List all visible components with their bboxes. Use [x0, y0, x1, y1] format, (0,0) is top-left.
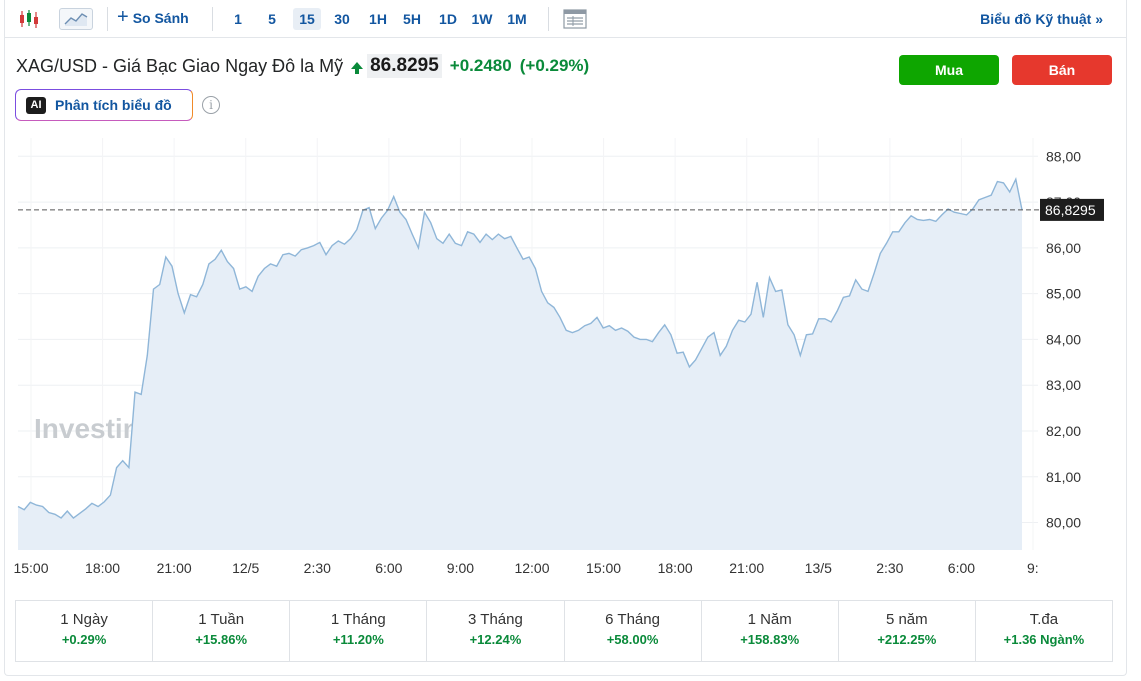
performance-cell: 1 Tháng +11.20% — [290, 601, 428, 661]
performance-cell: 1 Ngày +0.29% — [16, 601, 154, 661]
y-tick-label: 82,00 — [1046, 423, 1081, 439]
x-axis: 15:00 18:00 21:00 12/5 2:30 6:00 9:00 12:00 15:0… — [13, 560, 1038, 576]
performance-cell: 6 Tháng +58.00% — [565, 601, 702, 661]
y-tick-label: 83,00 — [1046, 377, 1081, 393]
interval-1d[interactable]: 1D — [434, 8, 462, 30]
interval-1[interactable]: 1 — [228, 8, 248, 30]
compare-button[interactable]: + So Sánh — [117, 6, 189, 28]
x-tick-label: 21:00 — [157, 560, 192, 576]
interval-1w[interactable]: 1W — [468, 8, 496, 30]
candlestick-icon[interactable] — [16, 8, 42, 30]
ai-analysis-label: Phân tích biểu đồ — [55, 97, 172, 113]
data-table-icon[interactable] — [560, 8, 590, 30]
interval-1h[interactable]: 1H — [364, 8, 392, 30]
arrow-up-icon — [351, 61, 364, 74]
price-change: +0.2480 — [449, 56, 512, 75]
toolbar-divider — [212, 7, 213, 31]
chart-toolbar: + So Sánh 1 5 15 30 1H 5H 1D 1W 1M Biểu … — [4, 0, 1127, 38]
performance-value: +11.20% — [332, 632, 384, 647]
x-tick-label: 2:30 — [304, 560, 331, 576]
performance-value: +1.36 Ngàn% — [1003, 632, 1085, 647]
price-change-percent: (+0.29%) — [519, 56, 590, 75]
performance-value: +0.29% — [61, 632, 107, 647]
last-price: 86.8295 — [367, 54, 442, 78]
y-tick-label: 84,00 — [1046, 331, 1081, 347]
ai-chart-analysis-button[interactable]: AI Phân tích biểu đồ — [15, 89, 193, 121]
sell-button[interactable]: Bán — [1012, 55, 1112, 85]
interval-1m[interactable]: 1M — [503, 8, 531, 30]
ai-icon: AI — [26, 96, 46, 114]
price-chart[interactable]: Investing.com 88,0087,0086,0085,0084,008… — [0, 130, 1141, 595]
performance-cell: T.đa +1.36 Ngàn% — [976, 601, 1112, 661]
x-tick-label: 12/5 — [232, 560, 259, 576]
y-tick-label: 88,00 — [1046, 148, 1081, 164]
interval-5[interactable]: 5 — [262, 8, 282, 30]
performance-table: 1 Ngày +0.29% 1 Tuần +15.86% 1 Tháng +11.20% 3… — [15, 600, 1113, 662]
x-tick-label: 12:00 — [514, 560, 549, 576]
performance-value: +158.83% — [740, 632, 800, 647]
performance-value: +58.00% — [606, 632, 659, 647]
performance-cell: 5 năm +212.25% — [839, 601, 976, 661]
plus-icon: + — [117, 6, 129, 28]
x-tick-label: 13/5 — [805, 560, 832, 576]
x-tick-label: 2:30 — [876, 560, 903, 576]
toolbar-divider — [107, 7, 108, 31]
instrument-title: XAG/USD - Giá Bạc Giao Ngay Đô la Mỹ — [16, 55, 344, 76]
y-tick-label: 81,00 — [1046, 469, 1081, 485]
performance-period: 1 Năm — [747, 611, 792, 628]
x-tick-label: 18:00 — [85, 560, 120, 576]
interval-15[interactable]: 15 — [293, 8, 321, 30]
performance-cell: 1 Tuần +15.86% — [153, 601, 291, 661]
compare-label: So Sánh — [132, 10, 189, 26]
buy-button[interactable]: Mua — [899, 55, 999, 85]
x-tick-label: 21:00 — [729, 560, 764, 576]
performance-period: 3 Tháng — [468, 611, 523, 628]
performance-cell: 1 Năm +158.83% — [702, 601, 839, 661]
performance-period: 1 Tuần — [198, 611, 245, 628]
current-price-tag: 86,8295 — [1040, 198, 1104, 221]
price-area — [18, 179, 1022, 550]
y-tick-label: 80,00 — [1046, 515, 1081, 531]
performance-value: +212.25% — [877, 632, 937, 647]
x-tick-label: 9: — [1027, 560, 1039, 576]
x-tick-label: 6:00 — [948, 560, 975, 576]
y-tick-label: 85,00 — [1046, 286, 1081, 302]
y-tick-label: 86,00 — [1046, 240, 1081, 256]
instrument-header: XAG/USD - Giá Bạc Giao Ngay Đô la Mỹ 86.… — [16, 54, 589, 78]
performance-value: +15.86% — [195, 632, 248, 647]
x-tick-label: 18:00 — [658, 560, 693, 576]
toolbar-divider — [548, 7, 549, 31]
performance-period: T.đa — [1029, 611, 1059, 628]
info-icon[interactable]: i — [202, 96, 220, 114]
performance-period: 1 Tháng — [330, 611, 386, 628]
technical-chart-link[interactable]: Biểu đồ Kỹ thuật » — [980, 11, 1103, 27]
x-tick-label: 9:00 — [447, 560, 474, 576]
interval-30[interactable]: 30 — [328, 8, 356, 30]
x-tick-label: 6:00 — [375, 560, 402, 576]
x-tick-label: 15:00 — [13, 560, 48, 576]
performance-period: 6 Tháng — [605, 611, 660, 628]
area-chart-icon[interactable] — [59, 8, 93, 30]
performance-period: 1 Ngày — [60, 611, 108, 628]
current-price-tag-label: 86,8295 — [1045, 202, 1096, 218]
performance-value: +12.24% — [469, 632, 522, 647]
performance-cell: 3 Tháng +12.24% — [427, 601, 565, 661]
x-tick-label: 15:00 — [586, 560, 621, 576]
interval-5h[interactable]: 5H — [398, 8, 426, 30]
performance-period: 5 năm — [885, 611, 928, 628]
